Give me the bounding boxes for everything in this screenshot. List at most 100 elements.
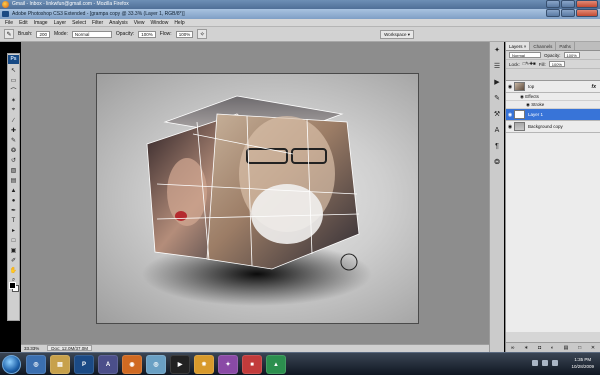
start-button[interactable] <box>2 355 21 374</box>
menu-analysis[interactable]: Analysis <box>106 19 131 27</box>
add-style-icon[interactable]: ∗ <box>524 345 528 351</box>
firefox-taskbar-icon[interactable]: ◉ <box>122 355 142 374</box>
menu-window[interactable]: Window <box>148 19 172 27</box>
photoshop-taskbar-icon[interactable]: P <box>74 355 94 374</box>
photoshop-titlebar: Adobe Photoshop CS3 Extended - [grampa c… <box>0 9 600 19</box>
app3-taskbar-icon[interactable]: ■ <box>242 355 262 374</box>
add-mask-icon[interactable]: ◘ <box>538 345 541 351</box>
brush-tool-icon-2[interactable]: ✎ <box>8 136 19 145</box>
close-button[interactable] <box>576 0 598 8</box>
mode-label: Mode: <box>53 31 68 37</box>
media-taskbar-icon[interactable]: ▶ <box>170 355 190 374</box>
clone-source-icon[interactable]: ❂ <box>492 157 503 167</box>
character-icon[interactable]: A <box>492 125 503 135</box>
new-layer-icon[interactable]: □ <box>578 345 581 351</box>
history-icon[interactable]: ☰ <box>492 61 503 71</box>
brush-size-picker[interactable]: 200 <box>36 30 50 38</box>
brushes-icon[interactable]: ✎ <box>492 93 503 103</box>
opacity-field[interactable]: 100% <box>138 30 156 38</box>
layer-row-background[interactable]: ◉ Background copy <box>506 121 600 133</box>
ps-maximize-button[interactable] <box>561 9 575 17</box>
eyedropper-icon[interactable]: ✐ <box>8 256 19 265</box>
navigator-icon[interactable]: ✦ <box>492 45 503 55</box>
flow-field[interactable]: 100% <box>175 30 194 38</box>
aftereffects-taskbar-icon[interactable]: A <box>98 355 118 374</box>
tab-paths[interactable]: Paths <box>556 42 575 50</box>
mode-select[interactable]: Normal <box>71 30 112 38</box>
layer-row-top[interactable]: ◉ top fx <box>506 81 600 93</box>
menu-edit[interactable]: Edit <box>16 19 31 27</box>
chrome-taskbar-icon[interactable]: ◎ <box>146 355 166 374</box>
menu-file[interactable]: File <box>2 19 16 27</box>
clone-stamp-icon[interactable]: ❂ <box>8 146 19 155</box>
clock-time: 1:35 PM <box>574 357 592 362</box>
explorer-taskbar-icon[interactable]: ▤ <box>50 355 70 374</box>
power-icon[interactable] <box>552 360 558 366</box>
foreground-color-swatch[interactable] <box>9 282 16 289</box>
crop-tool-icon[interactable]: ⌖ <box>8 106 19 115</box>
background-thumbnail <box>514 122 525 131</box>
eraser-tool-icon[interactable]: ▧ <box>8 166 19 175</box>
ps-minimize-button[interactable] <box>546 9 560 17</box>
link-layers-icon[interactable]: ∞ <box>511 345 515 351</box>
paragraph-icon[interactable]: ¶ <box>492 141 503 151</box>
menu-help[interactable]: Help <box>171 19 187 27</box>
blend-mode-select[interactable]: Normal <box>509 52 541 58</box>
slice-tool-icon[interactable]: ∕ <box>8 116 19 125</box>
fill-field[interactable]: 100% <box>548 61 565 67</box>
marquee-tool-icon[interactable]: ▭ <box>8 76 19 85</box>
history-brush-icon[interactable]: ↺ <box>8 156 19 165</box>
healing-brush-icon[interactable]: ✚ <box>8 126 19 135</box>
menu-filter[interactable]: Filter <box>89 19 106 27</box>
workspace-button[interactable]: Workspace ▾ <box>380 30 414 39</box>
menu-image[interactable]: Image <box>31 19 51 27</box>
lock-label: Lock: <box>509 61 520 67</box>
network-icon[interactable] <box>532 360 538 366</box>
airbrush-icon[interactable]: ✧ <box>197 29 208 39</box>
menu-select[interactable]: Select <box>69 19 89 27</box>
type-tool-icon[interactable]: T <box>8 216 19 225</box>
brush-tool-icon[interactable]: ✎ <box>4 29 14 39</box>
effects-row[interactable]: ◉ Effects <box>506 93 600 101</box>
document-size[interactable]: Doc: 12.0M/37.0M <box>47 345 93 351</box>
notes-tool-icon[interactable]: ▣ <box>8 246 19 255</box>
ie-taskbar-icon[interactable]: ◎ <box>26 355 46 374</box>
maximize-button[interactable] <box>561 0 575 8</box>
layer-row-layer1[interactable]: ◉ Layer 1 <box>506 109 600 121</box>
app-taskbar-icon[interactable]: ✸ <box>194 355 214 374</box>
lock-icon[interactable]: □✎✚■ <box>523 61 536 67</box>
lasso-tool-icon[interactable]: ⌒ <box>8 86 19 95</box>
eye-icon[interactable]: ◉ <box>506 84 514 90</box>
eye-icon-background[interactable]: ◉ <box>506 124 514 130</box>
stroke-row[interactable]: ◉ Stroke <box>506 101 600 109</box>
path-select-icon[interactable]: ▸ <box>8 226 19 235</box>
app2-taskbar-icon[interactable]: ✦ <box>218 355 238 374</box>
tab-channels[interactable]: Channels <box>530 42 557 50</box>
actions-icon[interactable]: ▶ <box>492 77 503 87</box>
zoom-level[interactable]: 33.33% <box>24 345 39 352</box>
magic-wand-icon[interactable]: ✶ <box>8 96 19 105</box>
dodge-tool-icon[interactable]: ● <box>8 196 19 205</box>
menu-view[interactable]: View <box>131 19 148 27</box>
menu-layer[interactable]: Layer <box>51 19 70 27</box>
move-tool-icon[interactable]: ↖ <box>8 66 19 75</box>
pen-tool-icon[interactable]: ✒ <box>8 206 19 215</box>
stroke-label: Stroke <box>531 102 545 107</box>
tool-presets-icon[interactable]: ⚒ <box>492 109 503 119</box>
layer-opacity-field[interactable]: 100% <box>563 52 580 58</box>
app4-taskbar-icon[interactable]: ▲ <box>266 355 286 374</box>
blur-tool-icon[interactable]: ▲ <box>8 186 19 195</box>
eye-icon-layer1[interactable]: ◉ <box>506 112 514 118</box>
new-group-icon[interactable]: ▤ <box>564 345 569 351</box>
volume-icon[interactable] <box>542 360 548 366</box>
shape-tool-icon[interactable]: □ <box>8 236 19 245</box>
minimize-button[interactable] <box>546 0 560 8</box>
hand-tool-icon[interactable]: ✋ <box>8 266 19 275</box>
clock[interactable]: 1:35 PM 10/28/2009 <box>571 356 594 370</box>
trash-icon[interactable]: ✕ <box>591 345 595 351</box>
tab-layers[interactable]: Layers × <box>506 42 531 50</box>
adjustment-layer-icon[interactable]: ◐ <box>551 345 554 351</box>
ps-close-button[interactable] <box>576 9 598 17</box>
document-canvas[interactable] <box>96 73 419 324</box>
gradient-tool-icon[interactable]: ▤ <box>8 176 19 185</box>
